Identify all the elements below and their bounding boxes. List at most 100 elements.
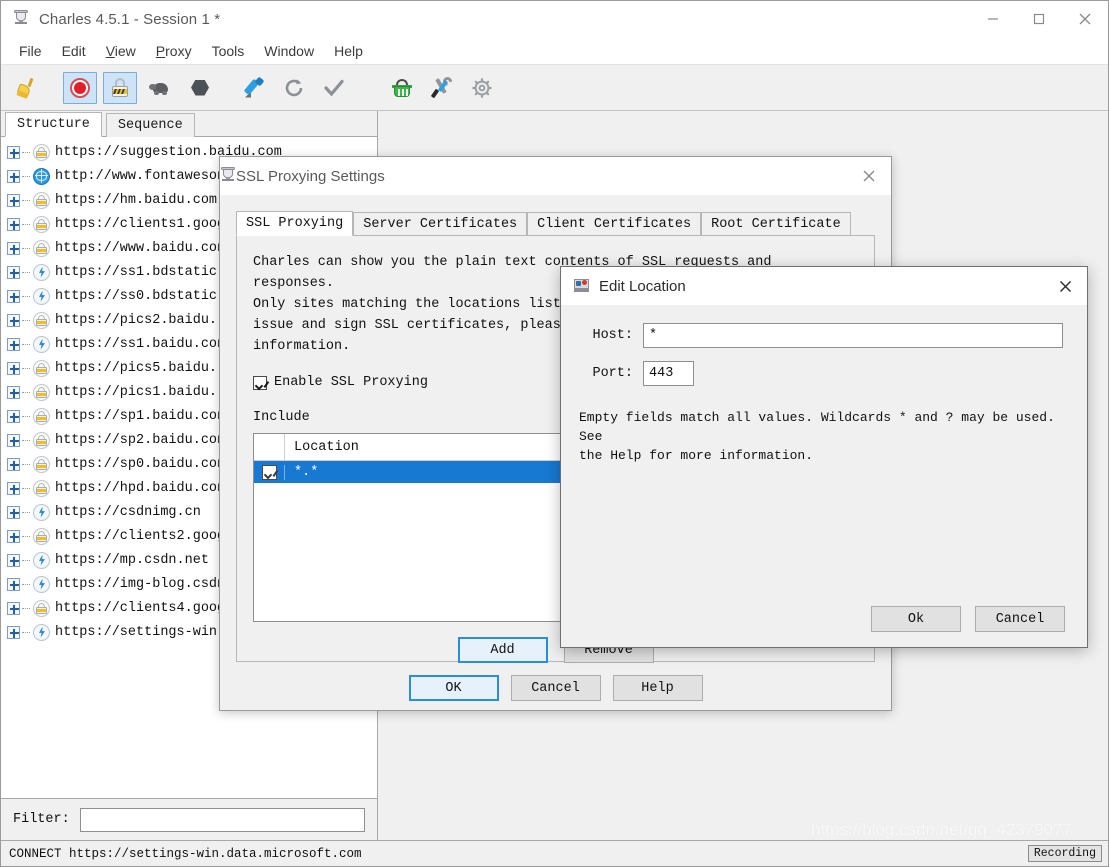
throttling-button[interactable] [143, 72, 177, 104]
tree-connector [22, 151, 30, 153]
expand-icon[interactable] [7, 265, 20, 279]
menu-proxy[interactable]: Proxy [146, 40, 202, 62]
tree-item-label: https://pics1.baidu. [55, 384, 218, 400]
expand-icon[interactable] [7, 553, 20, 567]
tree-connector [22, 391, 30, 393]
tree-connector [22, 511, 30, 513]
settings-button[interactable] [465, 72, 499, 104]
enable-ssl-proxying-button[interactable] [103, 71, 137, 104]
table-header-enabled [254, 434, 285, 460]
tools-button[interactable] [425, 72, 459, 104]
bolt-icon [33, 503, 50, 521]
close-icon[interactable] [1062, 1, 1108, 37]
expand-icon[interactable] [7, 625, 20, 639]
expand-icon[interactable] [7, 193, 20, 207]
tree-item-label: https://sp2.baidu.con [55, 432, 226, 448]
row-checkbox[interactable] [261, 464, 277, 480]
menu-window[interactable]: Window [254, 40, 324, 62]
tree-connector [22, 487, 30, 489]
tab-ssl-proxying[interactable]: SSL Proxying [236, 211, 354, 236]
cancel-button[interactable]: Cancel [510, 675, 601, 701]
expand-icon[interactable] [7, 601, 20, 615]
validate-button[interactable] [317, 72, 351, 104]
pen-icon [243, 76, 265, 99]
expand-icon[interactable] [7, 577, 20, 591]
tree-item-label: http://www.fontaweson [55, 168, 226, 184]
tree-item-label: https://www.baidu.con [55, 240, 226, 256]
repeat-advanced-button[interactable] [385, 72, 419, 104]
ssl-lock-icon [109, 77, 131, 99]
lock-icon [33, 407, 50, 425]
expand-icon[interactable] [7, 385, 20, 399]
tree-connector [22, 367, 30, 369]
tree-item-label: https://settings-win. [55, 624, 226, 640]
tab-client-certificates[interactable]: Client Certificates [527, 212, 702, 236]
expand-icon[interactable] [7, 217, 20, 231]
tree-item-label: https://clients4.goog [55, 600, 226, 616]
gear-icon [471, 77, 493, 99]
host-label: Host: [592, 328, 633, 343]
tree-item-label: https://ss1.bdstatic. [55, 264, 226, 280]
lock-icon [33, 311, 50, 329]
menu-file[interactable]: File [9, 40, 52, 62]
basket-icon [391, 77, 413, 99]
tree-connector [22, 439, 30, 441]
menu-edit[interactable]: Edit [52, 40, 96, 62]
expand-icon[interactable] [7, 529, 20, 543]
tree-item-label: https://hm.baidu.com [55, 192, 218, 208]
expand-icon[interactable] [7, 481, 20, 495]
expand-icon[interactable] [7, 361, 20, 375]
expand-icon[interactable] [7, 433, 20, 447]
repeat-button[interactable] [277, 72, 311, 104]
filter-input[interactable] [79, 807, 365, 832]
add-button[interactable]: Add [457, 637, 548, 663]
tree-item-label: https://img-blog.csdn [55, 576, 226, 592]
row-enabled-cell[interactable] [254, 464, 285, 480]
expand-icon[interactable] [7, 313, 20, 327]
lock-icon [33, 383, 50, 401]
start-stop-recording-button[interactable] [63, 71, 97, 104]
breakpoints-button[interactable] [183, 72, 217, 104]
menu-tools[interactable]: Tools [202, 40, 255, 62]
host-input[interactable] [643, 323, 1063, 348]
menu-help[interactable]: Help [324, 40, 373, 62]
tab-sequence[interactable]: Sequence [105, 113, 195, 137]
ssl-dialog-titlebar: SSL Proxying Settings [220, 157, 891, 195]
minimize-icon[interactable] [970, 1, 1016, 37]
ok-button[interactable]: OK [408, 675, 499, 701]
expand-icon[interactable] [7, 457, 20, 471]
lock-icon [33, 455, 50, 473]
expand-icon[interactable] [7, 241, 20, 255]
tree-item-label: https://sp0.baidu.con [55, 456, 226, 472]
cancel-button[interactable]: Cancel [975, 606, 1065, 632]
compose-button[interactable] [237, 72, 271, 104]
expand-icon[interactable] [7, 505, 20, 519]
tab-server-certificates[interactable]: Server Certificates [353, 212, 528, 236]
status-badge: Recording [1027, 845, 1102, 862]
status-text: CONNECT https://settings-win.data.micros… [9, 846, 362, 861]
expand-icon[interactable] [7, 169, 20, 183]
tree-connector [22, 175, 30, 177]
expand-icon[interactable] [7, 145, 20, 159]
edit-dialog-body: Host: Port: Empty fields match all value… [561, 305, 1087, 591]
expand-icon[interactable] [7, 289, 20, 303]
maximize-icon[interactable] [1016, 1, 1062, 37]
tree-connector [22, 199, 30, 201]
tab-root-certificate[interactable]: Root Certificate [701, 212, 851, 236]
close-icon[interactable] [847, 157, 891, 195]
help-button[interactable]: Help [612, 675, 703, 701]
lock-icon [33, 431, 50, 449]
ok-button[interactable]: Ok [871, 606, 961, 632]
tab-structure[interactable]: Structure [5, 112, 102, 137]
clear-session-button[interactable] [9, 72, 43, 104]
filter-bar: Filter: [1, 798, 377, 840]
hexagon-stop-icon [189, 77, 211, 99]
expand-icon[interactable] [7, 409, 20, 423]
expand-icon[interactable] [7, 337, 20, 351]
port-input[interactable] [643, 361, 694, 386]
lock-icon [33, 479, 50, 497]
menu-view[interactable]: View [96, 40, 146, 62]
edit-location-icon [573, 277, 591, 295]
close-icon[interactable] [1043, 267, 1087, 305]
refresh-icon [283, 77, 305, 99]
